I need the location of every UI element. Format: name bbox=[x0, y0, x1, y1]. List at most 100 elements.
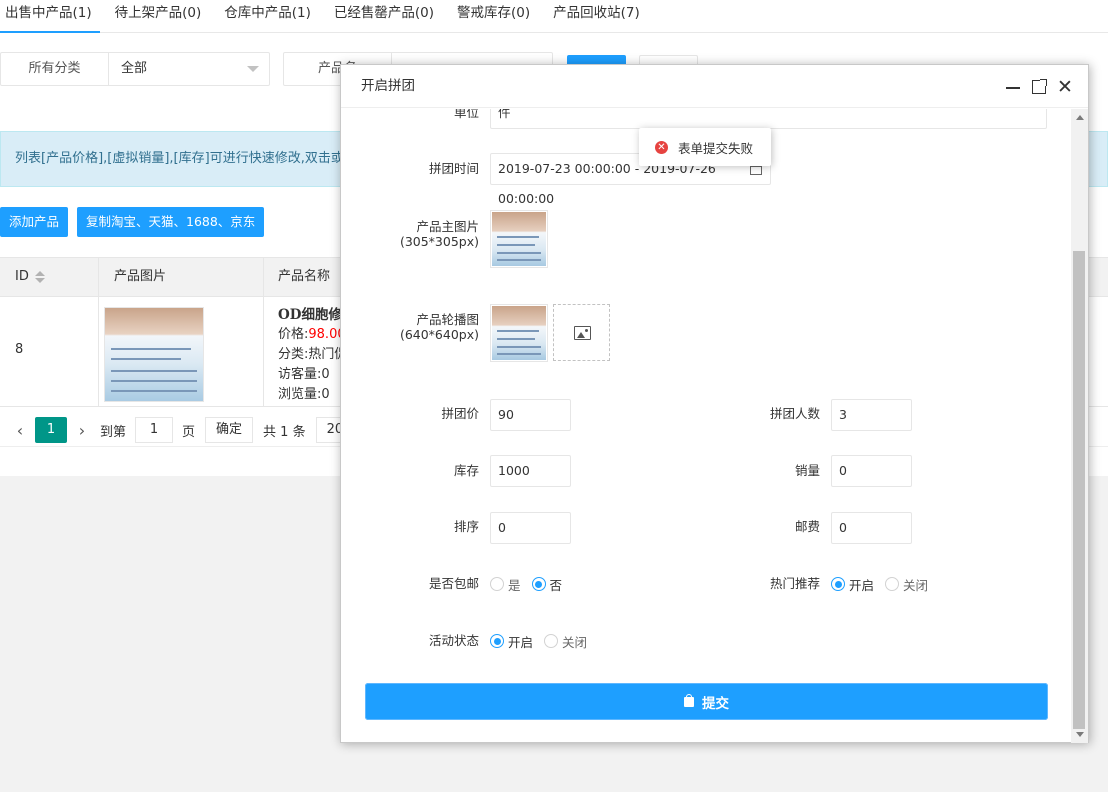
tab-on-sale[interactable]: 出售中产品(1) bbox=[0, 0, 100, 33]
thumbnail-graphic bbox=[111, 370, 197, 372]
hot-on-label[interactable]: 开启 bbox=[849, 575, 874, 594]
minimize-icon-glyph bbox=[1006, 87, 1020, 89]
group-people-input[interactable]: 3 bbox=[831, 399, 912, 431]
sort-label: 排序 bbox=[453, 519, 479, 534]
group-price-label: 拼团价 bbox=[441, 406, 479, 421]
maximize-icon-glyph bbox=[1040, 79, 1047, 86]
status-on-radio[interactable] bbox=[490, 634, 504, 648]
tab-recycle-bin[interactable]: 产品回收站(7) bbox=[548, 0, 648, 33]
tab-warehouse[interactable]: 仓库中产品(1) bbox=[219, 0, 319, 33]
free-ship-no-label[interactable]: 否 bbox=[550, 575, 563, 594]
unit-label: 单位 bbox=[453, 109, 479, 120]
tab-sold-out[interactable]: 已经售罄产品(0) bbox=[329, 0, 442, 33]
thumbnail-graphic bbox=[497, 353, 541, 355]
stock-input[interactable]: 1000 bbox=[490, 455, 571, 487]
product-title: OD细胞修 bbox=[278, 307, 342, 323]
thumbnail-graphic bbox=[497, 346, 541, 348]
price-label: 价格: bbox=[278, 327, 309, 342]
postage-label: 邮费 bbox=[794, 519, 820, 534]
thumbnail-graphic bbox=[497, 236, 539, 238]
thumbnail-graphic bbox=[111, 380, 197, 382]
carousel-title: 产品轮播图 bbox=[416, 312, 479, 327]
free-ship-no-radio[interactable] bbox=[531, 577, 546, 591]
product-views: 浏览量:0 bbox=[278, 387, 330, 402]
main-image-hint: (305*305px) bbox=[399, 234, 479, 249]
goto-page-input[interactable]: 1 bbox=[135, 417, 174, 443]
toast-message: 表单提交失败 bbox=[678, 140, 754, 156]
col-image: 产品图片 bbox=[114, 269, 167, 284]
image-icon bbox=[574, 326, 591, 340]
tab-pending[interactable]: 待上架产品(0) bbox=[110, 0, 210, 33]
tab-low-stock[interactable]: 警戒库存(0) bbox=[452, 0, 538, 33]
product-tabs: 出售中产品(1) 待上架产品(0) 仓库中产品(1) 已经售罄产品(0) 警戒库… bbox=[0, 0, 1108, 33]
status-off-label[interactable]: 关闭 bbox=[562, 632, 587, 651]
modal-body: 单位 件 拼团时间 2019-07-23 00:00:00 - 2019-07-… bbox=[341, 109, 1073, 743]
category-value[interactable]: 全部 bbox=[109, 53, 269, 85]
minimize-icon[interactable] bbox=[1003, 65, 1023, 108]
carousel-image-thumbnail bbox=[492, 306, 546, 360]
maximize-icon[interactable] bbox=[1029, 65, 1049, 108]
thumbnail-graphic bbox=[497, 252, 541, 254]
col-id-label: ID bbox=[15, 269, 29, 284]
free-ship-yes-radio[interactable] bbox=[490, 577, 504, 591]
thumbnail-graphic bbox=[111, 348, 191, 350]
filter-bar: 所有分类 全部 bbox=[0, 52, 270, 86]
chevron-left-icon[interactable]: ‹ bbox=[11, 421, 29, 440]
modal-header: 开启拼团 ✕ bbox=[341, 65, 1088, 108]
row-id: 8 bbox=[15, 342, 24, 357]
page-current[interactable]: 1 bbox=[35, 417, 67, 443]
product-category: 分类:热门促 bbox=[278, 347, 348, 362]
add-product-button[interactable]: 添加产品 bbox=[0, 207, 69, 237]
hot-on-radio[interactable] bbox=[831, 577, 845, 591]
upload-image-button[interactable] bbox=[553, 304, 610, 361]
time-range-value: 2019-07-23 00:00:00 - 2019-07-26 00:00:0… bbox=[498, 161, 716, 206]
error-toast: ✕ 表单提交失败 bbox=[639, 128, 771, 166]
scroll-thumb[interactable] bbox=[1073, 251, 1085, 729]
carousel-hint: (640*640px) bbox=[399, 327, 479, 342]
free-ship-yes-label[interactable]: 是 bbox=[508, 575, 521, 594]
group-people-label: 拼团人数 bbox=[769, 406, 820, 421]
chevron-right-icon[interactable]: › bbox=[73, 421, 91, 440]
submit-label: 提交 bbox=[702, 695, 729, 712]
hot-off-radio[interactable] bbox=[885, 577, 900, 591]
product-thumbnail[interactable] bbox=[104, 307, 204, 402]
product-info: OD细胞修 价格:98.00 分类:热门促 访客量:0 浏览量:0 bbox=[278, 305, 347, 405]
main-image-thumbnail bbox=[492, 212, 546, 266]
status-radios: 开启 关闭 bbox=[490, 631, 598, 651]
category-select[interactable]: 所有分类 全部 bbox=[0, 52, 270, 86]
carousel-label: 产品轮播图 (640*640px) bbox=[341, 312, 479, 342]
main-image-label: 产品主图片 (305*305px) bbox=[341, 219, 479, 249]
page-unit: 页 bbox=[182, 424, 196, 440]
thumbnail-graphic bbox=[497, 244, 535, 246]
sort-icon[interactable] bbox=[34, 270, 45, 283]
close-icon[interactable]: ✕ bbox=[1055, 65, 1075, 108]
thumbnail-graphic bbox=[497, 259, 541, 261]
sort-input[interactable]: 0 bbox=[490, 512, 571, 544]
modal-scrollbar[interactable] bbox=[1071, 109, 1088, 743]
hot-radios: 开启 关闭 bbox=[831, 574, 939, 594]
thumbnail-graphic bbox=[497, 338, 535, 340]
group-price-input[interactable]: 90 bbox=[490, 399, 571, 431]
sales-input[interactable]: 0 bbox=[831, 455, 912, 487]
col-name: 产品名称 bbox=[278, 269, 331, 284]
status-on-label[interactable]: 开启 bbox=[508, 632, 533, 651]
error-icon: ✕ bbox=[655, 140, 668, 154]
thumbnail-graphic bbox=[497, 330, 539, 332]
status-off-radio[interactable] bbox=[544, 634, 559, 648]
main-image-preview[interactable] bbox=[490, 210, 548, 268]
copy-product-button[interactable]: 复制淘宝、天猫、1688、京东 bbox=[77, 207, 265, 237]
col-id[interactable]: ID bbox=[15, 258, 45, 296]
goto-confirm-button[interactable]: 确定 bbox=[205, 417, 254, 443]
scroll-up-icon[interactable] bbox=[1076, 115, 1084, 120]
time-label: 拼团时间 bbox=[428, 161, 479, 176]
submit-button[interactable]: 提交 bbox=[365, 683, 1048, 720]
status-label: 活动状态 bbox=[428, 633, 479, 648]
product-price: 价格:98.00 bbox=[278, 325, 347, 345]
hot-off-label[interactable]: 关闭 bbox=[903, 575, 928, 594]
postage-input[interactable]: 0 bbox=[831, 512, 912, 544]
scroll-down-icon[interactable] bbox=[1076, 732, 1084, 737]
goto-label: 到第 bbox=[100, 424, 127, 440]
carousel-image-preview[interactable] bbox=[490, 304, 548, 362]
unit-input[interactable]: 件 bbox=[490, 109, 1047, 129]
close-icon-glyph: ✕ bbox=[1057, 76, 1073, 98]
